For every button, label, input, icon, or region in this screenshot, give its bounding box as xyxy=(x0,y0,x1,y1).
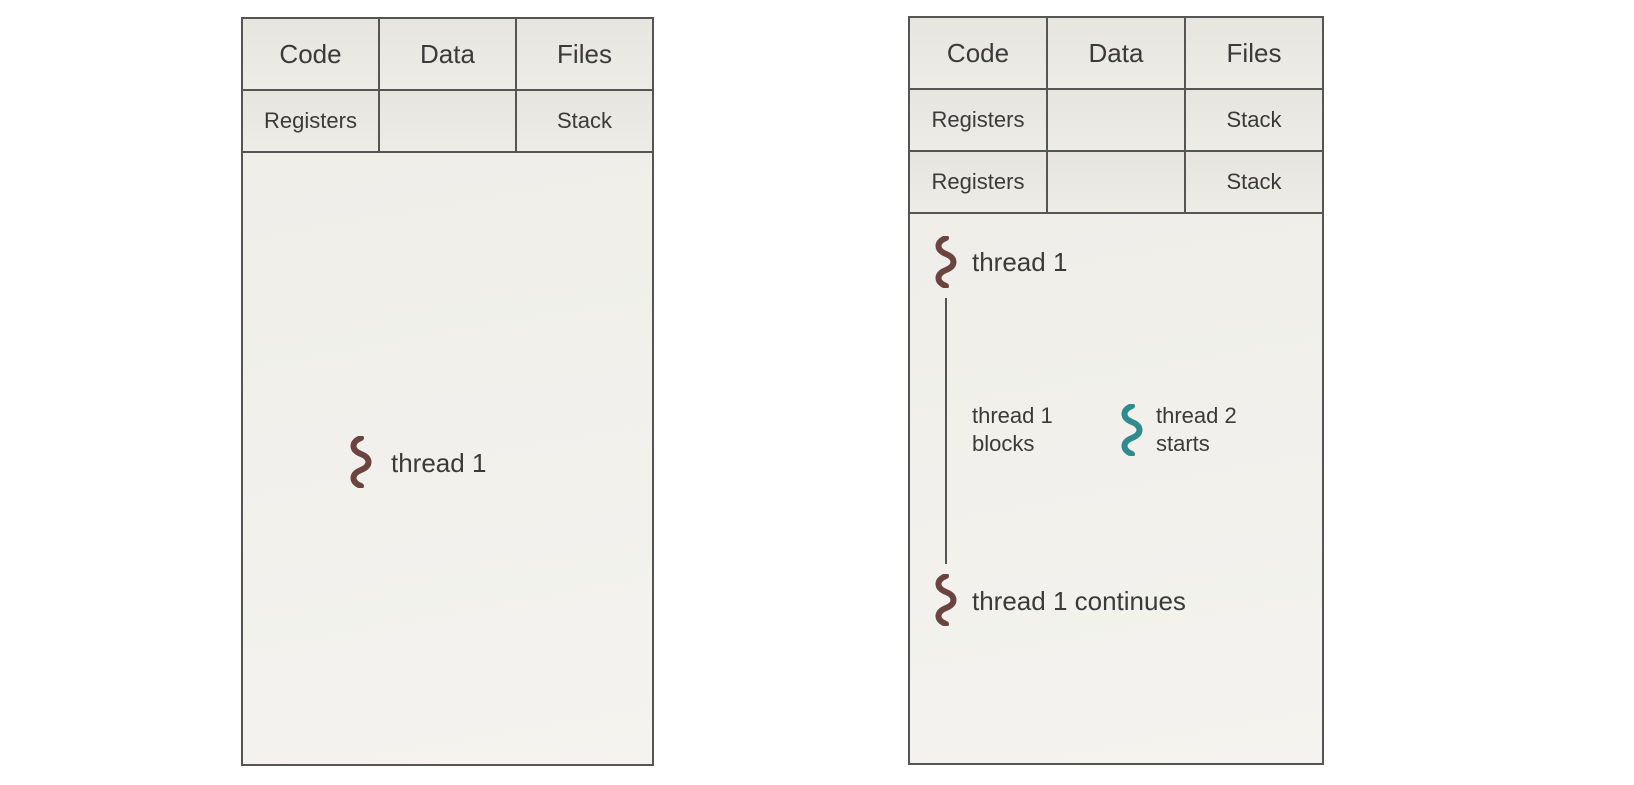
cell-stack: Stack xyxy=(1186,152,1322,212)
thread-1-label: thread 1 xyxy=(391,448,486,479)
cell-empty xyxy=(1048,90,1186,150)
thread-state-row: Registers Stack xyxy=(243,91,652,153)
cell-empty xyxy=(1048,152,1186,212)
cell-stack: Stack xyxy=(517,91,652,151)
cell-code: Code xyxy=(910,18,1048,88)
process-multi-threaded: Code Data Files Registers Stack Register… xyxy=(908,16,1324,765)
shared-segment-row: Code Data Files xyxy=(243,19,652,91)
cell-data: Data xyxy=(380,19,517,89)
cell-registers: Registers xyxy=(243,91,380,151)
thread-1-continues-label: thread 1 continues xyxy=(972,586,1186,617)
shared-segment-row: Code Data Files xyxy=(910,18,1322,90)
thread-squiggle-icon xyxy=(347,436,375,488)
cell-files: Files xyxy=(517,19,652,89)
process-single-threaded: Code Data Files Registers Stack thread 1 xyxy=(241,17,654,766)
cell-files: Files xyxy=(1186,18,1322,88)
cell-empty xyxy=(380,91,517,151)
cell-registers: Registers xyxy=(910,90,1048,150)
cell-registers: Registers xyxy=(910,152,1048,212)
thread1-continues-squiggle-icon xyxy=(932,574,960,626)
thread-1-label: thread 1 xyxy=(972,247,1067,278)
thread1-blocking-line xyxy=(945,298,947,564)
cell-data: Data xyxy=(1048,18,1186,88)
thread-2-starts-label: thread 2 starts xyxy=(1156,402,1237,457)
process-body: thread 1 xyxy=(243,153,652,764)
thread1-state-row: Registers Stack xyxy=(910,90,1322,152)
thread2-squiggle-icon xyxy=(1118,404,1146,456)
thread-1-blocks-label: thread 1 blocks xyxy=(972,402,1053,457)
thread1-squiggle-icon xyxy=(932,236,960,288)
cell-code: Code xyxy=(243,19,380,89)
process-body: thread 1 thread 1 blocks thread 2 starts… xyxy=(910,214,1322,763)
thread2-state-row: Registers Stack xyxy=(910,152,1322,214)
cell-stack: Stack xyxy=(1186,90,1322,150)
